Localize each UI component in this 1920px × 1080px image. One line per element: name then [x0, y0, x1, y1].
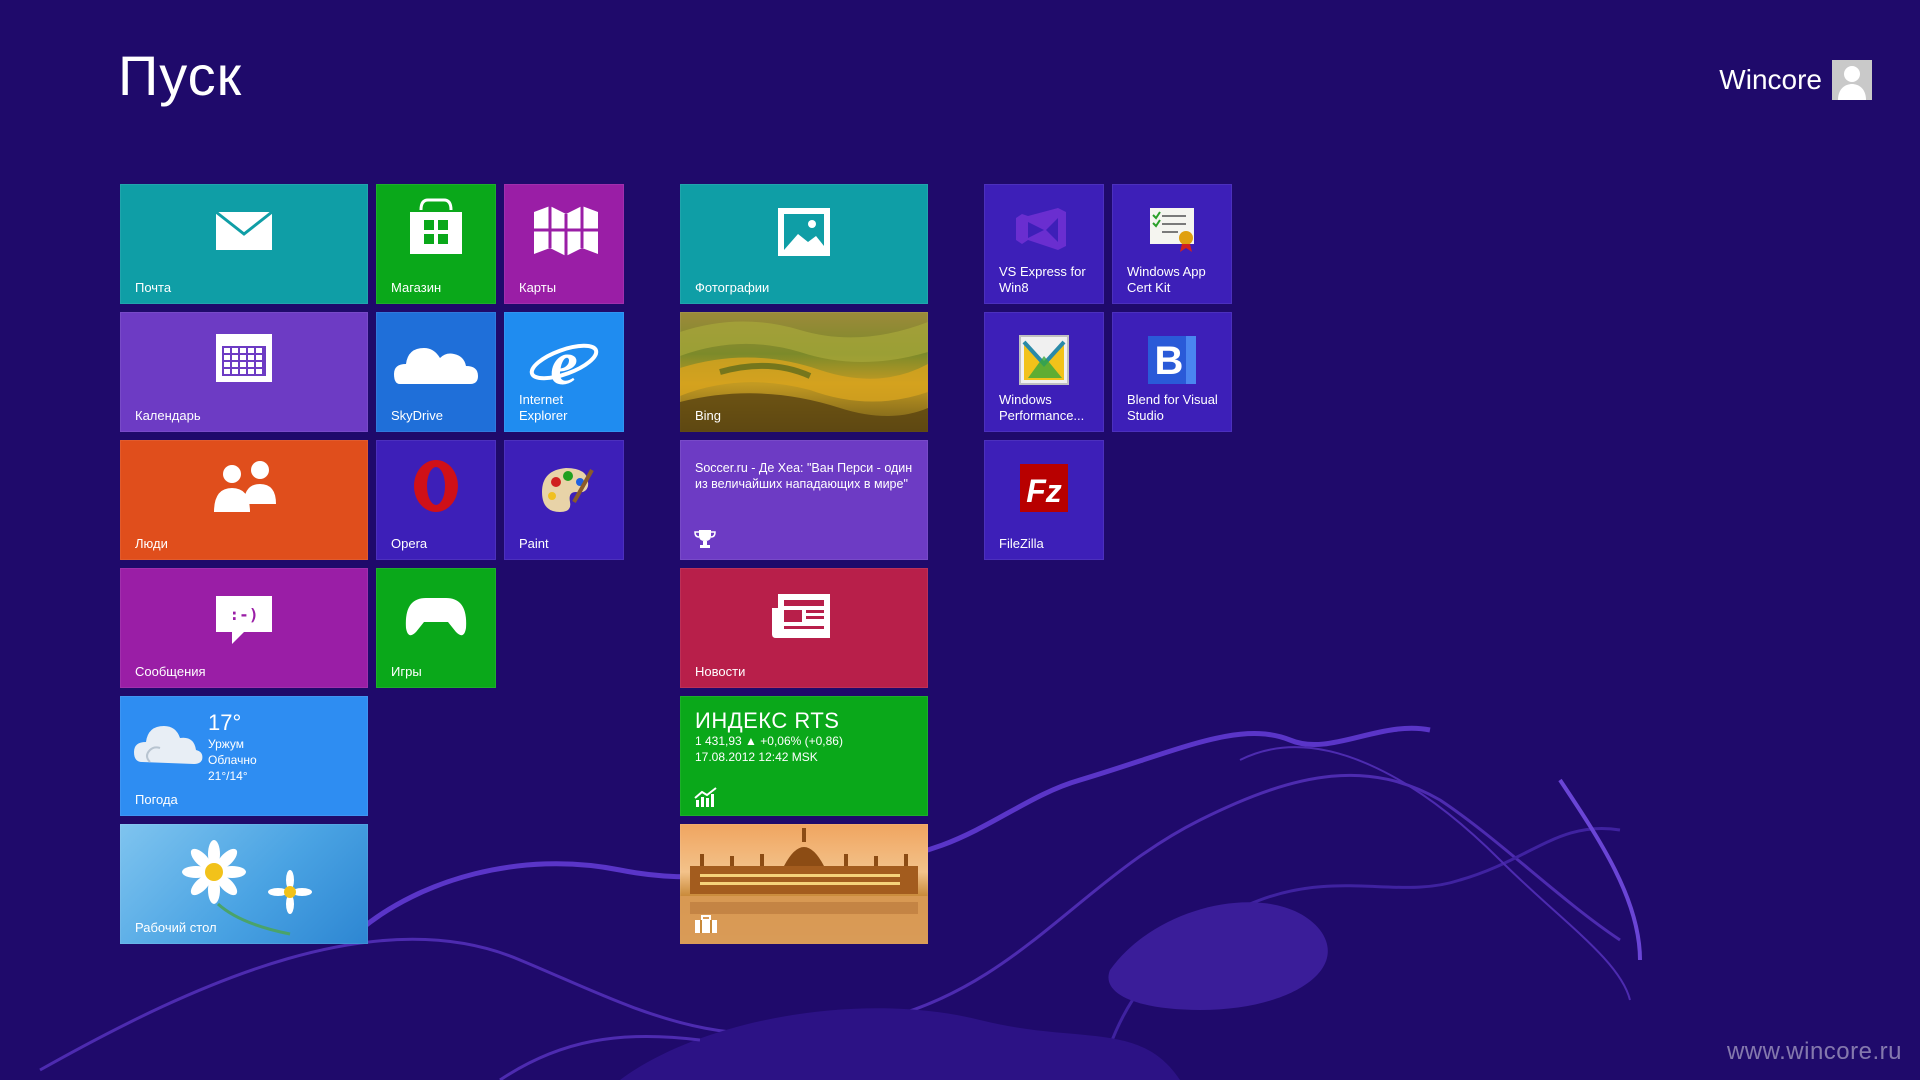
- tile-vs-express[interactable]: VS Express for Win8: [984, 184, 1104, 304]
- tile-internet-explorer[interactable]: e Internet Explorer: [504, 312, 624, 432]
- tile-photos[interactable]: Фотографии: [680, 184, 928, 304]
- tile-opera[interactable]: Opera: [376, 440, 496, 560]
- tile-label: Blend for Visual Studio: [1127, 392, 1218, 423]
- user-silhouette-icon: [1838, 66, 1866, 100]
- tile-label: Погода: [135, 792, 178, 807]
- tile-weather[interactable]: 17° Уржум Облачно 21°/14° Погода: [120, 696, 368, 816]
- tile-store[interactable]: Магазин: [376, 184, 496, 304]
- weather-range: 21°/14°: [208, 769, 248, 783]
- tile-label: Календарь: [135, 408, 201, 423]
- tile-people[interactable]: Люди: [120, 440, 368, 560]
- trophy-icon: [694, 530, 716, 548]
- tile-paint[interactable]: Paint: [504, 440, 624, 560]
- sports-headline: Soccer.ru - Де Хеа: "Ван Перси - один из…: [695, 461, 913, 491]
- tile-desktop[interactable]: Рабочий стол: [120, 824, 368, 944]
- tile-filezilla[interactable]: Fz FileZilla: [984, 440, 1104, 560]
- tile-label: Internet Explorer: [519, 392, 568, 423]
- tile-label: Новости: [695, 664, 746, 679]
- tile-messaging[interactable]: :-) Сообщения: [120, 568, 368, 688]
- tile-label: Bing: [695, 408, 722, 423]
- tile-blend[interactable]: B Blend for Visual Studio: [1112, 312, 1232, 432]
- tile-app-cert-kit[interactable]: Windows App Cert Kit: [1112, 184, 1232, 304]
- tile-calendar[interactable]: Календарь: [120, 312, 368, 432]
- tile-label: Opera: [391, 536, 428, 551]
- tile-label: Люди: [135, 536, 168, 551]
- user-account[interactable]: Wincore: [1719, 60, 1872, 100]
- svg-text:e: e: [550, 330, 578, 398]
- finance-date: 17.08.2012 12:42 MSK: [695, 750, 818, 764]
- tile-label: Почта: [135, 280, 172, 295]
- svg-text:B: B: [1155, 339, 1184, 383]
- tile-games[interactable]: Игры: [376, 568, 496, 688]
- tile-label: Paint: [519, 536, 549, 551]
- tile-news[interactable]: Новости: [680, 568, 928, 688]
- finance-index-name: ИНДЕКС RTS: [695, 708, 840, 733]
- weather-condition: Облачно: [208, 753, 257, 767]
- watermark: www.wincore.ru: [1726, 1038, 1902, 1065]
- tile-mail[interactable]: Почта: [120, 184, 368, 304]
- tile-label: Магазин: [391, 280, 442, 295]
- tile-label: Рабочий стол: [135, 920, 217, 935]
- tile-label: Фотографии: [695, 280, 770, 295]
- tile-label: Windows App Cert Kit: [1127, 264, 1206, 295]
- tile-label: FileZilla: [999, 536, 1044, 551]
- suitcase-icon: [695, 915, 717, 933]
- tile-sports[interactable]: Soccer.ru - Де Хеа: "Ван Перси - один из…: [680, 440, 928, 560]
- weather-temperature: 17°: [208, 710, 242, 735]
- tile-label: Сообщения: [135, 664, 206, 679]
- tile-maps[interactable]: Карты: [504, 184, 624, 304]
- weather-city: Уржум: [208, 737, 245, 751]
- tile-skydrive[interactable]: SkyDrive: [376, 312, 496, 432]
- avatar: [1832, 60, 1872, 100]
- tile-label: Карты: [519, 280, 557, 295]
- tile-travel[interactable]: [680, 824, 928, 944]
- page-title: Пуск: [118, 44, 243, 107]
- tile-windows-performance[interactable]: Windows Performance...: [984, 312, 1104, 432]
- tile-label: Windows Performance...: [999, 392, 1085, 423]
- svg-text::-): :-): [230, 605, 259, 624]
- chart-up-icon: [694, 787, 717, 807]
- user-name: Wincore: [1719, 64, 1822, 95]
- svg-text:Fz: Fz: [1026, 473, 1062, 509]
- weather-info: 17° Уржум Облачно 21°/14°: [208, 710, 257, 784]
- tile-label: SkyDrive: [391, 408, 444, 423]
- finance-quote: 1 431,93 ▲ +0,06% (+0,86): [695, 734, 843, 748]
- tile-bing[interactable]: Bing: [680, 312, 928, 432]
- tile-finance[interactable]: ИНДЕКС RTS 1 431,93 ▲ +0,06% (+0,86) 17.…: [680, 696, 928, 816]
- tile-label: Игры: [391, 664, 422, 679]
- tile-label: VS Express for Win8: [999, 264, 1086, 295]
